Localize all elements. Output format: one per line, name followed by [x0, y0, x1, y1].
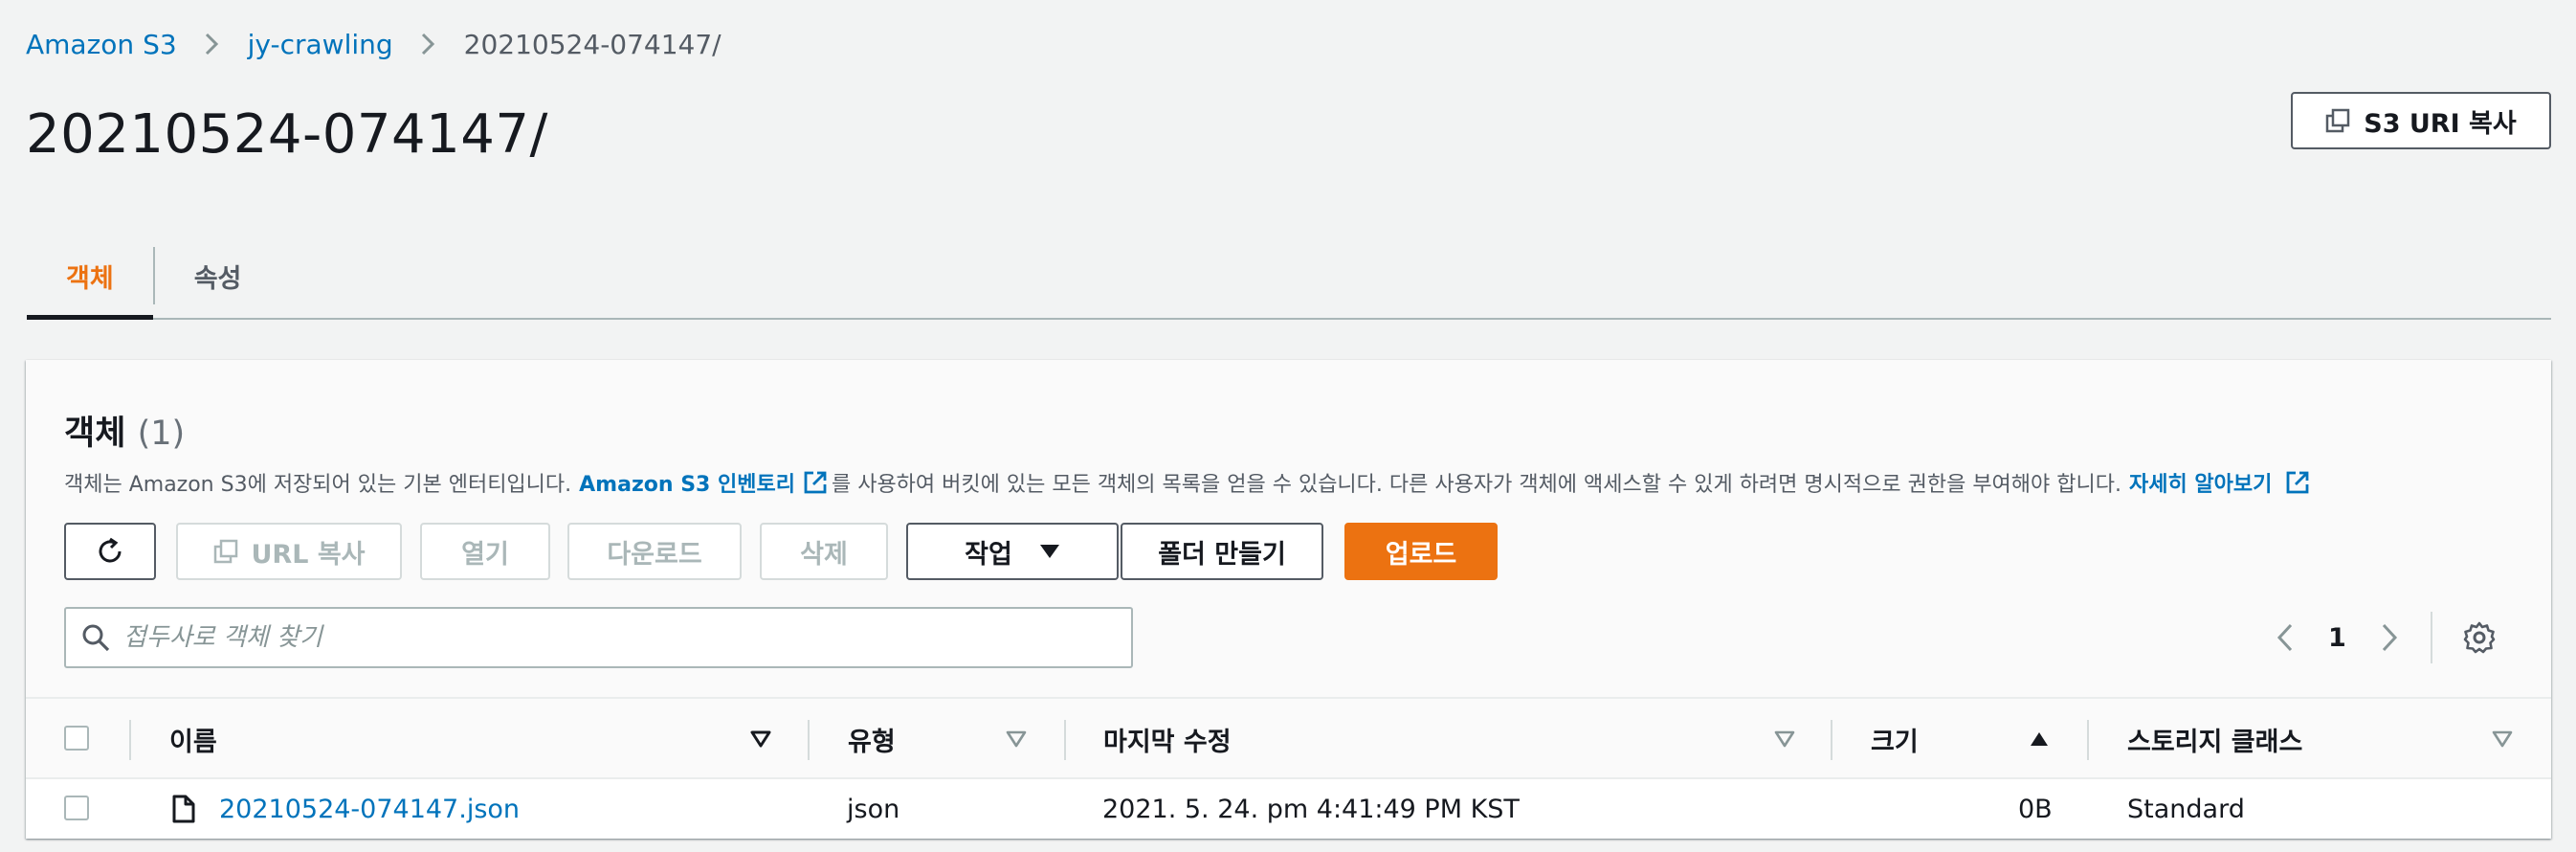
sort-down-icon[interactable]	[1006, 730, 1027, 748]
sort-up-icon[interactable]	[2029, 730, 2050, 748]
upload-button[interactable]: 업로드	[1344, 523, 1498, 580]
download-button[interactable]: 다운로드	[567, 523, 742, 580]
objects-table: 이름 유형 마지막 수정 크기 스토리지 클래스 20210524-074147…	[26, 697, 2551, 839]
learn-more-link[interactable]: 자세히 알아보기	[2129, 467, 2314, 498]
table-row: 20210524-074147.json json 2021. 5. 24. p…	[26, 779, 2551, 839]
desc-prefix: 객체는 Amazon S3에 저장되어 있는 기본 엔터티입니다.	[64, 473, 572, 497]
current-page[interactable]: 1	[2328, 623, 2346, 653]
object-size: 0B	[2018, 794, 2053, 824]
panel-title: 객체 (1)	[64, 406, 185, 455]
tab-properties[interactable]: 속성	[155, 234, 281, 318]
tab-objects[interactable]: 객체	[27, 234, 153, 320]
sort-down-icon[interactable]	[2492, 730, 2513, 748]
copy-url-label: URL 복사	[251, 539, 366, 570]
panel-title-text: 객체	[64, 415, 126, 453]
object-storage-class: Standard	[2127, 794, 2245, 824]
breadcrumb-amazon-s3[interactable]: Amazon S3	[26, 29, 177, 60]
table-header: 이름 유형 마지막 수정 크기 스토리지 클래스	[26, 697, 2551, 779]
search-input[interactable]	[123, 623, 1080, 652]
pagination: 1	[2276, 607, 2496, 668]
desc-middle: 를 사용하여 버킷에 있는 모든 객체의 목록을 얻을 수 있습니다. 다른 사…	[831, 473, 2121, 497]
chevron-right-icon[interactable]	[2381, 622, 2398, 653]
panel-description: 객체는 Amazon S3에 저장되어 있는 기본 엔터티입니다. Amazon…	[64, 467, 2314, 498]
sort-down-icon[interactable]	[1774, 730, 1795, 748]
external-link-icon	[2285, 470, 2310, 495]
breadcrumb-bucket[interactable]: jy-crawling	[248, 29, 393, 60]
breadcrumb: Amazon S3 jy-crawling 20210524-074147/	[26, 27, 722, 61]
delete-button[interactable]: 삭제	[760, 523, 888, 580]
column-header-modified[interactable]: 마지막 수정	[1103, 699, 1232, 779]
tab-bar: 객체 속성	[27, 234, 2551, 320]
caret-down-icon	[1039, 544, 1060, 559]
gear-icon[interactable]	[2463, 621, 2496, 654]
breadcrumb-current: 20210524-074147/	[463, 28, 722, 60]
s3-inventory-link-label: Amazon S3 인벤토리	[579, 473, 795, 497]
external-link-icon	[803, 470, 828, 495]
s3-inventory-link[interactable]: Amazon S3 인벤토리	[579, 467, 832, 498]
copy-s3-uri-button[interactable]: S3 URI 복사	[2291, 92, 2551, 149]
page-title: 20210524-074147/	[26, 103, 548, 166]
object-count: (1)	[137, 415, 186, 453]
refresh-button[interactable]	[64, 523, 156, 580]
select-all-checkbox[interactable]	[64, 726, 89, 751]
column-header-size[interactable]: 크기	[1871, 699, 1919, 779]
column-divider	[129, 720, 131, 760]
file-icon	[171, 779, 196, 839]
create-folder-button[interactable]: 폴더 만들기	[1121, 523, 1323, 580]
object-name-link[interactable]: 20210524-074147.json	[219, 779, 520, 839]
object-type: json	[847, 794, 900, 824]
copy-icon	[2325, 108, 2350, 133]
object-last-modified: 2021. 5. 24. pm 4:41:49 PM KST	[1102, 794, 1520, 824]
row-checkbox[interactable]	[64, 796, 89, 820]
copy-s3-uri-label: S3 URI 복사	[2364, 108, 2517, 139]
actions-label: 작업	[965, 539, 1012, 570]
copy-icon	[213, 539, 238, 564]
chevron-left-icon[interactable]	[2276, 622, 2294, 653]
column-header-type[interactable]: 유형	[848, 699, 896, 779]
open-button[interactable]: 열기	[420, 523, 550, 580]
column-divider	[1064, 720, 1066, 760]
column-divider	[808, 720, 810, 760]
refresh-icon	[95, 536, 125, 567]
column-header-storage-class[interactable]: 스토리지 클래스	[2127, 699, 2302, 779]
actions-dropdown[interactable]: 작업	[906, 523, 1119, 580]
chevron-right-icon	[420, 32, 435, 56]
column-divider	[2087, 720, 2089, 760]
copy-url-button[interactable]: URL 복사	[176, 523, 402, 580]
learn-more-label: 자세히 알아보기	[2128, 473, 2273, 497]
pager-divider	[2430, 612, 2432, 663]
column-divider	[1831, 720, 1832, 760]
column-header-name[interactable]: 이름	[169, 699, 217, 779]
search-icon	[81, 623, 110, 652]
sort-down-icon[interactable]	[750, 730, 771, 748]
chevron-right-icon	[204, 32, 219, 56]
objects-panel: 객체 (1) 객체는 Amazon S3에 저장되어 있는 기본 엔터티입니다.…	[26, 360, 2551, 839]
search-box	[64, 607, 1133, 668]
